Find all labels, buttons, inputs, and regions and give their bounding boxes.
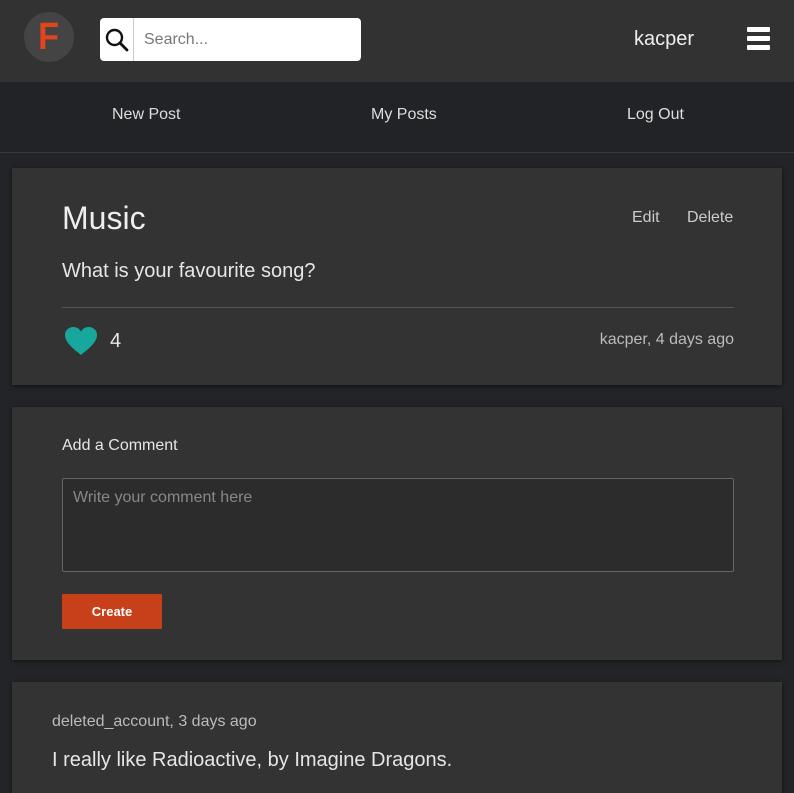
top-bar: F kacper <box>0 0 794 82</box>
heart-icon[interactable] <box>64 326 98 356</box>
search-icon[interactable] <box>100 18 134 61</box>
sub-navigation: New Post My Posts Log Out <box>0 82 794 153</box>
search-box <box>100 18 361 61</box>
like-count: 4 <box>110 330 122 352</box>
comment-author-time: deleted_account, 3 days ago <box>52 713 257 730</box>
post-title: Music <box>62 200 146 236</box>
create-comment-button[interactable]: Create <box>62 594 162 629</box>
edit-button[interactable]: Edit <box>632 209 660 227</box>
post-card: Music Edit Delete What is your favourite… <box>12 168 782 385</box>
nav-log-out[interactable]: Log Out <box>627 106 684 124</box>
nav-new-post[interactable]: New Post <box>112 106 180 124</box>
comment-form-card: Add a Comment Create <box>12 407 782 660</box>
hamburger-menu-icon[interactable] <box>747 27 770 50</box>
nav-my-posts[interactable]: My Posts <box>371 106 437 124</box>
post-author-time: kacper, 4 days ago <box>599 331 734 348</box>
delete-button[interactable]: Delete <box>687 209 733 227</box>
app-logo[interactable]: F <box>24 12 74 62</box>
comment-card: deleted_account, 3 days ago I really lik… <box>12 682 782 793</box>
search-input[interactable] <box>134 18 361 61</box>
comment-text: I really like Radioactive, by Imagine Dr… <box>52 749 453 771</box>
logo-letter: F <box>38 16 60 58</box>
add-comment-label: Add a Comment <box>62 437 178 454</box>
post-body: What is your favourite song? <box>62 260 316 282</box>
username-label[interactable]: kacper <box>634 28 694 51</box>
comment-textarea[interactable] <box>62 478 734 572</box>
post-divider <box>62 307 734 308</box>
